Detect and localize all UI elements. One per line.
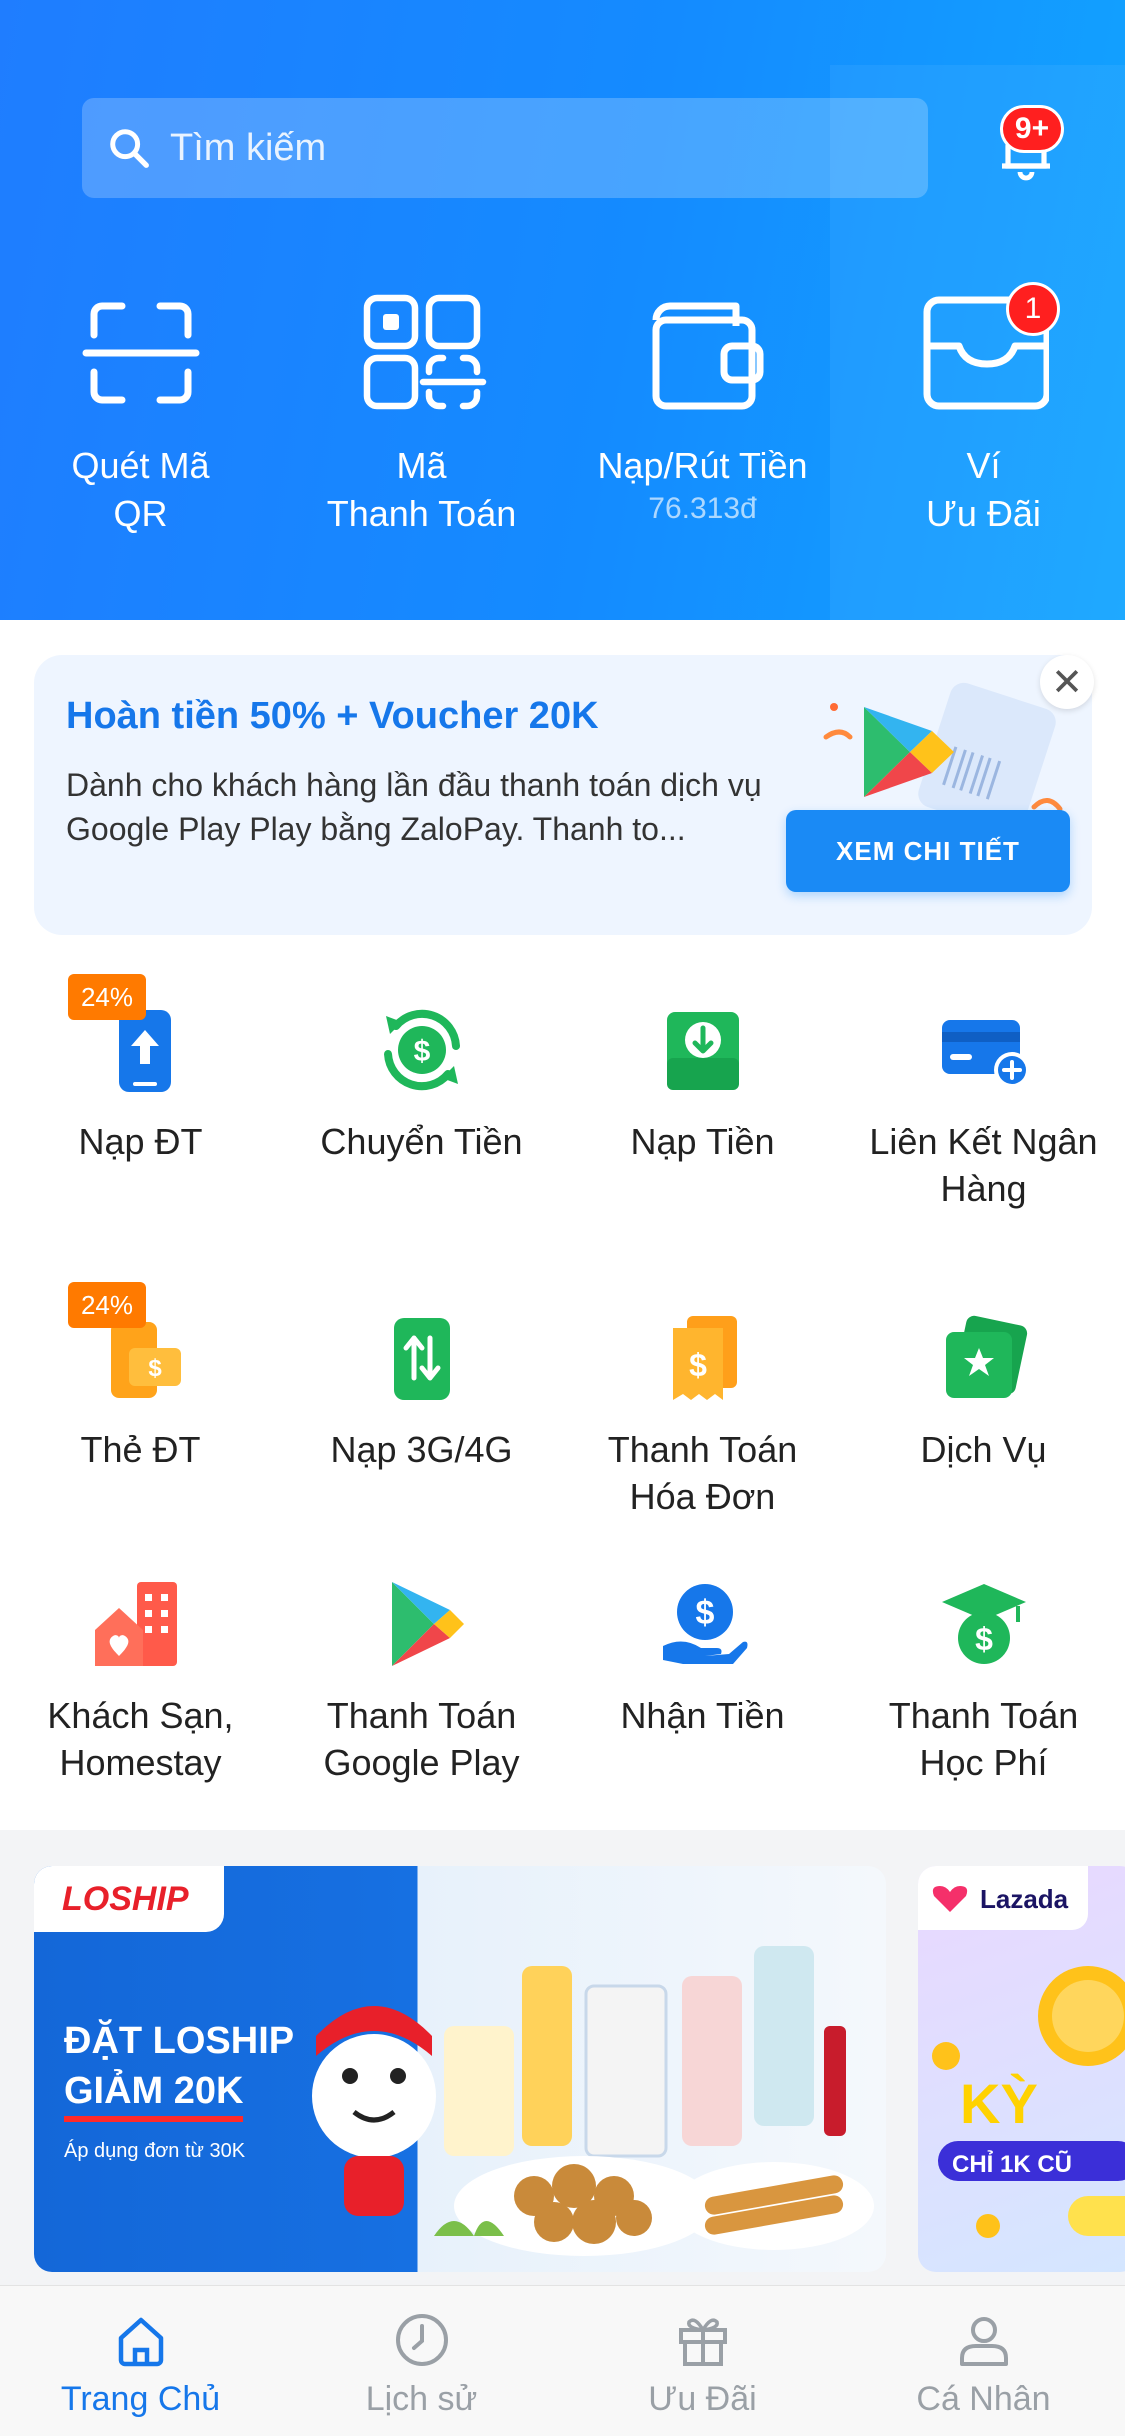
service-phone-card[interactable]: $ Thẻ ĐT (0, 1308, 281, 1528)
groceries-illustration (312, 1946, 874, 2256)
service-label: Nạp Tiền (630, 1121, 775, 1162)
home-icon (118, 2317, 163, 2367)
banner-headline: KỲ (960, 2072, 1038, 2135)
service-bill-payment[interactable]: $ Thanh Toán Hóa Đơn (562, 1308, 843, 1568)
service-phone-topup[interactable]: Nạp ĐT (0, 1000, 281, 1220)
svg-text:$: $ (413, 1035, 430, 1068)
banner-headline: ĐẶT LOSHIP (64, 2020, 295, 2062)
service-mobile-data[interactable]: Nạp 3G/4G (281, 1308, 562, 1528)
mobile-data-icon (393, 1318, 450, 1400)
service-services[interactable]: Dịch Vụ (843, 1308, 1124, 1528)
link-bank-icon (941, 1020, 1030, 1088)
google-play-icon (391, 1582, 464, 1666)
service-label: Khách Sạn, Homestay (47, 1695, 234, 1783)
service-label: Thanh Toán Google Play (323, 1695, 520, 1783)
lazada-banner[interactable]: Lazada KỲ CHỈ 1K CŨ (918, 1866, 1125, 2272)
tab-home[interactable]: Trang Chủ (0, 2286, 281, 2436)
tab-label: Trang Chủ (60, 2380, 221, 2418)
promo-detail-button[interactable]: XEM CHI TIẾT (786, 810, 1070, 892)
tab-history[interactable]: Lịch sử (281, 2286, 562, 2436)
svg-text:$: $ (689, 1347, 707, 1383)
history-icon (395, 2314, 448, 2366)
service-tuition[interactable]: $ Thanh Toán Học Phí (843, 1574, 1124, 1834)
search-icon (110, 129, 149, 168)
wallet-balance: 76.313đ (648, 492, 757, 525)
service-label: Dịch Vụ (920, 1429, 1047, 1470)
banner-headline: GIẢM 20K (64, 2066, 244, 2122)
quick-label: Mã Thanh Toán (326, 445, 517, 534)
loship-logo: LOSHIP (62, 1880, 189, 1918)
promo-title: Hoàn tiền 50% + Voucher 20K (66, 695, 599, 737)
promo-card[interactable]: Hoàn tiền 50% + Voucher 20K Dành cho khá… (34, 655, 1092, 935)
service-label: Thẻ ĐT (80, 1429, 201, 1470)
service-hotel[interactable]: Khách Sạn, Homestay (0, 1574, 281, 1834)
service-label: Liên Kết Ngân Hàng (869, 1121, 1098, 1209)
quick-label: Quét Mã QR (71, 445, 210, 534)
service-label: Thanh Toán Hóa Đơn (607, 1429, 798, 1517)
quick-topup-withdraw[interactable]: Nạp/Rút Tiền 76.313đ (562, 290, 843, 550)
service-deposit[interactable]: Nạp Tiền (562, 1000, 843, 1220)
gift-icon (678, 2318, 727, 2366)
close-icon[interactable]: ✕ (1040, 655, 1094, 709)
services-icon (945, 1315, 1027, 1398)
service-receive-money[interactable]: $ Nhận Tiền (562, 1574, 843, 1794)
svg-text:$: $ (695, 1594, 714, 1632)
tab-label: Ưu Đãi (648, 2380, 757, 2418)
svg-text:$: $ (148, 1355, 162, 1382)
service-label: Chuyển Tiền (320, 1121, 523, 1162)
tab-label: Lịch sử (365, 2380, 478, 2418)
search-placeholder: Tìm kiếm (170, 126, 327, 169)
svg-text:$: $ (975, 1621, 993, 1657)
voucher-count-badge: 1 (1006, 282, 1060, 336)
promo-description: Dành cho khách hàng lần đầu thanh toán d… (66, 767, 762, 847)
service-link-bank[interactable]: Liên Kết Ngân Hàng (843, 1000, 1124, 1220)
discount-badge: 24% (68, 974, 146, 1020)
tab-profile[interactable]: Cá Nhân (843, 2286, 1124, 2436)
lazada-logo: Lazada (980, 1884, 1069, 1914)
receive-money-icon: $ (662, 1584, 747, 1664)
notification-badge: 9+ (1000, 105, 1064, 153)
transfer-money-icon: $ (383, 1009, 460, 1091)
hotel-icon (94, 1582, 177, 1666)
tab-label: Cá Nhân (916, 2380, 1051, 2418)
deposit-icon (666, 1012, 739, 1090)
search-bar[interactable]: Tìm kiếm (82, 98, 928, 198)
banner-subtext: CHỈ 1K CŨ (952, 2151, 1073, 2178)
tuition-icon: $ (941, 1584, 1026, 1664)
quick-label: Ví Ưu Đãi (926, 445, 1041, 534)
tab-offers[interactable]: Ưu Đãi (562, 2286, 843, 2436)
discount-badge: 24% (68, 1282, 146, 1328)
scan-qr-icon (82, 302, 199, 404)
service-label: Nhận Tiền (620, 1695, 785, 1736)
quick-voucher-wallet[interactable]: Ví Ưu Đãi (843, 290, 1124, 550)
quick-scan-qr[interactable]: Quét Mã QR (0, 290, 281, 550)
payment-code-icon (363, 294, 486, 410)
quick-label: Nạp/Rút Tiền (597, 445, 808, 486)
header: Tìm kiếm 9+ Quét Mã QR Mã Thanh Toán Nạp… (0, 0, 1125, 620)
wallet-icon (652, 302, 763, 410)
loship-banner[interactable]: LOSHIP ĐẶT LOSHIP GIẢM 20K Áp dụng đơn t… (34, 1866, 886, 2272)
service-label: Nạp ĐT (78, 1121, 203, 1162)
service-label: Nạp 3G/4G (330, 1429, 513, 1470)
quick-payment-code[interactable]: Mã Thanh Toán (281, 290, 562, 550)
profile-icon (959, 2317, 1008, 2366)
banner-subtext: Áp dụng đơn từ 30K (64, 2140, 246, 2162)
service-google-play[interactable]: Thanh Toán Google Play (281, 1574, 562, 1834)
service-transfer-money[interactable]: $ Chuyển Tiền (281, 1000, 562, 1220)
bottom-tab-bar: Trang Chủ Lịch sử Ưu Đãi Cá Nhân (0, 2285, 1125, 2436)
service-label: Thanh Toán Học Phí (888, 1695, 1079, 1783)
lazada-heart-icon (932, 1886, 968, 1912)
bill-payment-icon: $ (672, 1316, 737, 1400)
